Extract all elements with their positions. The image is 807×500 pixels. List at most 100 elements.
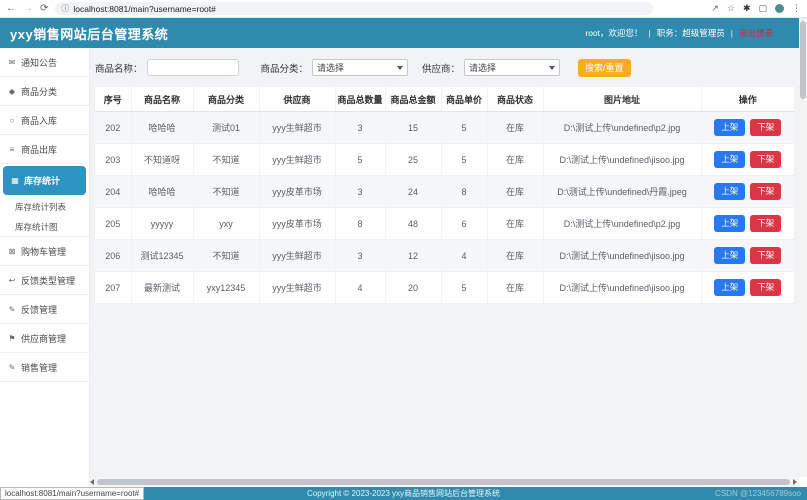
cell-status: 在库 (487, 144, 543, 176)
delist-button[interactable]: 下架 (750, 183, 781, 200)
tab-search-icon[interactable]: ▢ (758, 4, 767, 13)
filter-bar: 商品名称： 商品分类： 请选择 供应商： 请选择 搜索/重置 (95, 58, 794, 77)
cell-name: 不知道呀 (131, 144, 193, 176)
browser-actions: ↗ ☆ ✱ ▢ ⋮ (711, 4, 801, 13)
product-category-icon: ◆ (7, 87, 17, 96)
cell-actions: 上架下架 (701, 208, 794, 240)
sidebar-item-label: 购物车管理 (21, 245, 66, 258)
category-select[interactable]: 请选择 (312, 59, 408, 76)
list-button[interactable]: 上架 (714, 151, 745, 168)
delist-button[interactable]: 下架 (750, 279, 781, 296)
search-reset-button[interactable]: 搜索/重置 (578, 59, 631, 77)
cell-actions: 上架下架 (701, 112, 794, 144)
column-header: 操作 (701, 87, 794, 112)
table-row: 205yyyyyyxyyyy皮革市场8486在库D:\测试上传\undefine… (95, 208, 794, 240)
back-icon[interactable]: ← (6, 4, 16, 14)
logout-link[interactable]: 退出登录 (739, 27, 773, 39)
browser-menu-icon[interactable]: ⋮ (792, 4, 801, 13)
profile-avatar[interactable] (775, 4, 784, 13)
feedback-type-management-icon: ↩ (7, 276, 17, 285)
list-button[interactable]: 上架 (714, 247, 745, 264)
cell-id: 205 (95, 208, 131, 240)
scroll-left-icon[interactable] (90, 479, 94, 485)
supplier-management-icon: ⚑ (7, 334, 17, 343)
extensions-icon[interactable]: ✱ (743, 4, 751, 13)
horizontal-scroll-thumb[interactable] (97, 479, 790, 485)
feedback-management-icon: ✎ (7, 305, 17, 314)
sidebar-item-label: 供应商管理 (21, 332, 66, 345)
cell-qty: 4 (335, 272, 385, 304)
list-button[interactable]: 上架 (714, 183, 745, 200)
sidebar-item-inventory-stats-list[interactable]: 库存统计列表 (0, 197, 89, 217)
cell-path: D:\测试上传\undefined\丹霞.jpeg (543, 176, 701, 208)
share-icon[interactable]: ↗ (711, 4, 719, 13)
forward-icon[interactable]: → (23, 4, 33, 14)
product-name-label: 商品名称： (95, 61, 143, 75)
sidebar-item-notice[interactable]: ✉通知公告 (0, 48, 89, 77)
sidebar-item-label: 库存统计图 (15, 221, 58, 233)
scroll-right-icon[interactable] (793, 479, 797, 485)
sidebar-item-feedback-type-management[interactable]: ↩ 反馈类型管理 (0, 266, 89, 295)
list-button[interactable]: 上架 (714, 119, 745, 136)
delist-button[interactable]: 下架 (750, 215, 781, 232)
sidebar-item-inventory-stats-chart[interactable]: 库存统计图 (0, 217, 89, 237)
delist-button[interactable]: 下架 (750, 247, 781, 264)
sidebar-item-cart-management[interactable]: ⊠购物车管理 (0, 237, 89, 266)
bookmark-star-icon[interactable]: ☆ (727, 4, 735, 13)
cell-status: 在库 (487, 176, 543, 208)
table-header-row: 序号商品名称商品分类供应商商品总数量商品总金额商品单价商品状态图片地址操作 (95, 87, 794, 112)
vertical-scroll-thumb[interactable] (800, 21, 806, 99)
sidebar-item-label: 商品出库 (21, 143, 57, 156)
sidebar-item-product-category[interactable]: ◆商品分类 (0, 77, 89, 106)
main-content: 商品名称： 商品分类： 请选择 供应商： 请选择 搜索/重置 序号商品名称商品分… (90, 48, 799, 477)
cell-id: 206 (95, 240, 131, 272)
cell-supplier: yyy皮革市场 (259, 176, 335, 208)
cell-id: 203 (95, 144, 131, 176)
cell-path: D:\测试上传\undefined\p2.jpg (543, 208, 701, 240)
cell-qty: 3 (335, 176, 385, 208)
sidebar-item-supplier-management[interactable]: ⚑ 供应商管理 (0, 324, 89, 353)
sidebar-item-product-outbound[interactable]: ≡ 商品出库 (0, 135, 89, 164)
cell-actions: 上架下架 (701, 272, 794, 304)
site-info-icon[interactable]: ⓘ (61, 3, 69, 14)
product-outbound-icon: ≡ (7, 145, 17, 154)
cell-path: D:\测试上传\undefined\jisoo.jpg (543, 272, 701, 304)
cell-category: 不知道 (193, 176, 259, 208)
column-header: 序号 (95, 87, 131, 112)
chevron-down-icon (397, 66, 403, 70)
column-header: 商品总数量 (335, 87, 385, 112)
product-name-input[interactable] (147, 59, 239, 76)
sidebar-item-inventory-stats[interactable]: ▦库存统计 (3, 166, 86, 195)
cell-qty: 3 (335, 240, 385, 272)
cell-amount: 48 (385, 208, 441, 240)
table-row: 204哈哈哈不知道yyy皮革市场3248在库D:\测试上传\undefined\… (95, 176, 794, 208)
reload-icon[interactable]: ⟳ (40, 4, 48, 14)
supplier-label: 供应商： (422, 61, 460, 75)
sidebar-item-feedback-management[interactable]: ✎反馈管理 (0, 295, 89, 324)
column-header: 商品单价 (441, 87, 487, 112)
category-select-value: 请选择 (317, 61, 344, 74)
horizontal-scrollbar[interactable] (88, 477, 799, 487)
list-button[interactable]: 上架 (714, 215, 745, 232)
sidebar-item-product-inbound[interactable]: ○商品入库 (0, 106, 89, 135)
sidebar-item-label: 反馈类型管理 (21, 274, 75, 287)
cell-supplier: yyy生鲜超市 (259, 144, 335, 176)
cell-supplier: yyy生鲜超市 (259, 112, 335, 144)
user-area: root，欢迎您！ | 职务：超级管理员 | 退出登录 (585, 27, 773, 39)
cell-actions: 上架下架 (701, 176, 794, 208)
delist-button[interactable]: 下架 (750, 151, 781, 168)
cell-actions: 上架下架 (701, 240, 794, 272)
sidebar-item-label: 库存统计 (24, 174, 60, 187)
cell-amount: 20 (385, 272, 441, 304)
cell-status: 在库 (487, 240, 543, 272)
cell-qty: 8 (335, 208, 385, 240)
vertical-scrollbar[interactable] (799, 18, 807, 477)
supplier-select[interactable]: 请选择 (464, 59, 560, 76)
sidebar-item-label: 销售管理 (21, 361, 57, 374)
cell-qty: 3 (335, 112, 385, 144)
sidebar-item-sales-management[interactable]: ✎销售管理 (0, 353, 89, 382)
address-bar[interactable]: ⓘ localhost:8081/main?username=root# (55, 2, 653, 15)
cell-name: 测试12345 (131, 240, 193, 272)
list-button[interactable]: 上架 (714, 279, 745, 296)
delist-button[interactable]: 下架 (750, 119, 781, 136)
